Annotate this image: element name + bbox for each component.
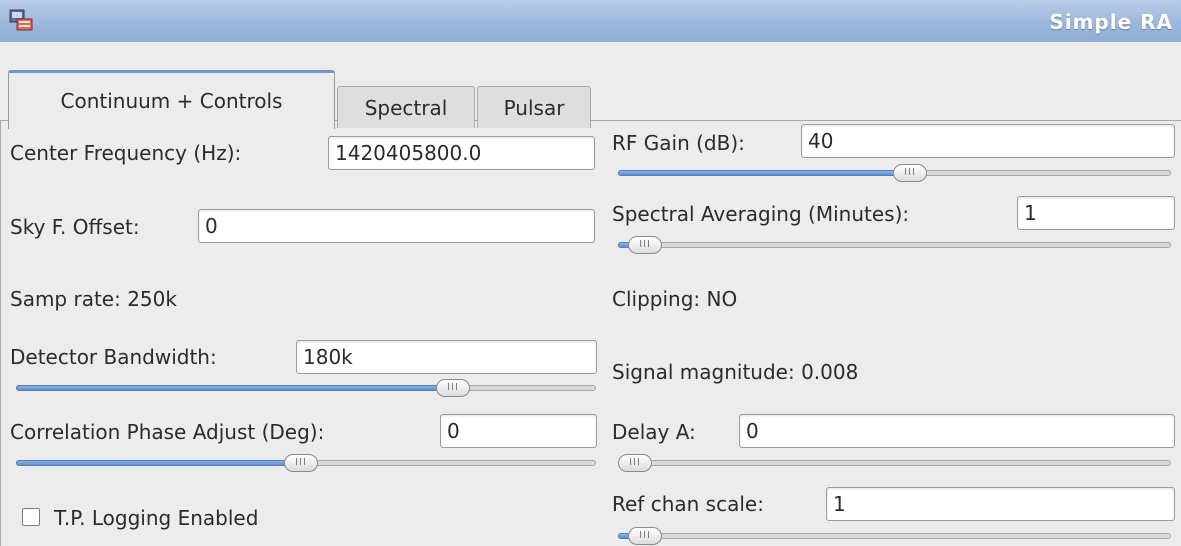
center-frequency-input[interactable]: 1420405800.0 <box>328 136 595 170</box>
tab-label: Continuum + Controls <box>60 89 283 113</box>
correlation-phase-label: Correlation Phase Adjust (Deg): <box>10 420 325 444</box>
ref-chan-scale-slider[interactable]: III <box>618 526 1171 546</box>
spectral-averaging-input[interactable]: 1 <box>1017 196 1175 230</box>
slider-thumb[interactable]: III <box>618 454 652 472</box>
samp-rate-text: Samp rate: 250k <box>10 287 177 311</box>
slider-thumb[interactable]: III <box>284 454 318 472</box>
spectral-averaging-label: Spectral Averaging (Minutes): <box>612 202 910 226</box>
ref-chan-scale-label: Ref chan scale: <box>612 492 764 516</box>
panel-left-border <box>0 120 1 546</box>
detector-bandwidth-slider[interactable]: III <box>16 378 596 398</box>
tab-label: Spectral <box>364 95 448 120</box>
slider-thumb[interactable]: III <box>628 236 662 254</box>
tab-label: Pulsar <box>503 95 565 120</box>
sky-offset-input[interactable]: 0 <box>198 209 595 243</box>
center-frequency-label: Center Frequency (Hz): <box>10 141 242 165</box>
delay-a-input[interactable]: 0 <box>739 414 1175 448</box>
slider-thumb[interactable]: III <box>436 379 470 397</box>
slider-thumb[interactable]: III <box>893 164 927 182</box>
sky-offset-label: Sky F. Offset: <box>10 215 140 239</box>
tab-pulsar[interactable]: Pulsar <box>477 86 591 128</box>
clipping-status: Clipping: NO <box>612 287 738 311</box>
delay-a-slider[interactable]: III <box>618 453 1171 473</box>
rf-gain-label: RF Gain (dB): <box>612 131 745 155</box>
tab-spectral[interactable]: Spectral <box>337 86 475 128</box>
title-bar: Simple RA <box>0 0 1181 42</box>
spectral-averaging-slider[interactable]: III <box>618 235 1171 255</box>
ref-chan-scale-input[interactable]: 1 <box>826 487 1175 521</box>
app-icon <box>9 9 33 31</box>
delay-a-label: Delay A: <box>612 420 696 444</box>
slider-thumb[interactable]: III <box>628 527 662 545</box>
detector-bandwidth-input[interactable]: 180k <box>296 340 597 374</box>
rf-gain-slider[interactable]: III <box>618 163 1171 183</box>
rf-gain-input[interactable]: 40 <box>801 124 1175 158</box>
correlation-phase-input[interactable]: 0 <box>440 414 597 448</box>
correlation-phase-slider[interactable]: III <box>16 453 596 473</box>
tp-logging-checkbox[interactable] <box>22 508 40 526</box>
tab-continuum-controls[interactable]: Continuum + Controls <box>8 70 335 129</box>
tp-logging-label: T.P. Logging Enabled <box>54 506 259 530</box>
detector-bandwidth-label: Detector Bandwidth: <box>10 345 217 369</box>
signal-magnitude-text: Signal magnitude: 0.008 <box>612 360 859 384</box>
window-title: Simple RA <box>1049 10 1173 34</box>
